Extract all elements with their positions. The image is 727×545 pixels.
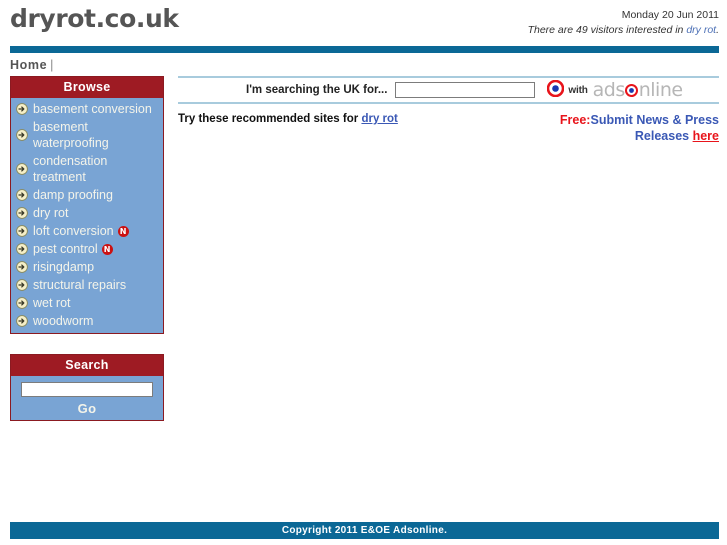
arrow-bullet-icon <box>16 315 28 327</box>
promo-line-2: Releases here <box>560 128 719 144</box>
browse-item-label: wet rot <box>33 296 71 310</box>
visitor-count-text: There are 49 visitors interested in dry … <box>528 23 719 38</box>
search-panel: Search Go <box>10 354 164 421</box>
with-label: with <box>568 84 588 96</box>
promo-line-1: Free:Submit News & Press <box>560 112 719 128</box>
recommended-prefix: Try these recommended sites for <box>178 113 362 125</box>
arrow-bullet-icon <box>16 189 28 201</box>
arrow-bullet-icon <box>16 279 28 291</box>
browse-item-label: dry rot <box>33 206 69 220</box>
recommended-keyword-link[interactable]: dry rot <box>361 113 397 125</box>
arrow-bullet-icon <box>16 261 28 273</box>
press-release-promo[interactable]: Free:Submit News & Press Releases here <box>560 112 719 144</box>
browse-item-woodworm[interactable]: woodworm <box>11 312 163 330</box>
arrow-bullet-icon <box>16 163 28 175</box>
browse-item-label: structural repairs <box>33 278 127 292</box>
visitor-count-suffix: . <box>716 24 719 36</box>
browse-item-label: risingdamp <box>33 260 95 274</box>
nav-item-home[interactable]: Home <box>10 58 47 72</box>
adsonline-o-target-icon <box>625 83 639 97</box>
new-badge-icon: N <box>101 243 113 255</box>
uk-search-bar: I'm searching the UK for... with ads nli… <box>178 76 719 104</box>
search-panel-body: Go <box>11 376 163 420</box>
browse-item-basement-conversion[interactable]: basement conversion <box>11 100 163 118</box>
page-header: dryrot.co.uk Monday 20 Jun 2011 There ar… <box>0 0 727 46</box>
uk-search-input[interactable] <box>395 82 536 98</box>
adsonline-wordmark: ads nline <box>592 78 683 101</box>
browse-list: basement conversion basement waterproofin… <box>11 98 163 333</box>
visitor-count-prefix: There are 49 visitors interested in <box>527 24 687 36</box>
browse-item-label: damp proofing <box>33 188 113 202</box>
sidebar-search-go-button[interactable]: Go <box>11 397 163 418</box>
browse-panel: Browse basement conversion basement water… <box>10 76 164 334</box>
browse-panel-title: Browse <box>11 77 163 98</box>
adsonline-branding: with ads nline <box>547 78 683 101</box>
arrow-bullet-icon <box>16 243 28 255</box>
browse-item-label: loft conversion <box>33 224 114 238</box>
browse-item-label: condensation treatment <box>33 154 108 184</box>
main-column: I'm searching the UK for... with ads nli… <box>178 76 719 157</box>
main-nav: Home | <box>0 53 727 76</box>
sidebar: Browse basement conversion basement water… <box>10 76 164 441</box>
new-badge-icon: N <box>117 225 129 237</box>
sidebar-search-input[interactable] <box>21 381 153 397</box>
promo-here-link[interactable]: here <box>693 129 719 143</box>
search-panel-title: Search <box>11 355 163 376</box>
promo-text-line1: Submit News & Press <box>590 113 719 127</box>
page-footer: Copyright 2011 E&OE Adsonline. <box>10 522 719 539</box>
arrow-bullet-icon <box>16 103 28 115</box>
promo-text-line2: Releases <box>634 129 693 143</box>
browse-item-dry-rot[interactable]: dry rot <box>11 204 163 222</box>
promo-free-label: Free: <box>559 113 591 127</box>
uk-search-label: I'm searching the UK for... <box>246 84 388 96</box>
adsonline-wordmark-part1: ads <box>592 78 626 101</box>
arrow-bullet-icon <box>16 129 28 141</box>
header-meta: Monday 20 Jun 2011 There are 49 visitors… <box>528 8 719 38</box>
browse-item-label: woodworm <box>33 314 94 328</box>
site-title: dryrot.co.uk <box>10 4 179 33</box>
target-icon <box>547 79 565 100</box>
arrow-bullet-icon <box>16 207 28 219</box>
browse-item-wet-rot[interactable]: wet rot <box>11 294 163 312</box>
browse-item-risingdamp[interactable]: risingdamp <box>11 258 163 276</box>
browse-item-basement-waterproofing[interactable]: basement waterproofing <box>11 118 163 152</box>
browse-item-label: basement conversion <box>33 102 152 116</box>
arrow-bullet-icon <box>16 225 28 237</box>
nav-separator: | <box>50 58 54 72</box>
current-date: Monday 20 Jun 2011 <box>621 9 719 21</box>
header-divider-bar <box>10 46 719 53</box>
browse-item-loft-conversion[interactable]: loft conversion N <box>11 222 163 240</box>
browse-item-damp-proofing[interactable]: damp proofing <box>11 186 163 204</box>
browse-item-condensation-treatment[interactable]: condensation treatment <box>11 152 163 186</box>
browse-item-label: pest control <box>33 242 98 256</box>
visitor-topic-link[interactable]: dry rot <box>686 24 716 36</box>
browse-item-label: basement waterproofing <box>33 120 109 150</box>
arrow-bullet-icon <box>16 297 28 309</box>
browse-item-pest-control[interactable]: pest control N <box>11 240 163 258</box>
browse-item-structural-repairs[interactable]: structural repairs <box>11 276 163 294</box>
below-searchbar-row: Try these recommended sites for dry rot … <box>178 104 719 157</box>
adsonline-wordmark-part2: nline <box>638 78 683 101</box>
